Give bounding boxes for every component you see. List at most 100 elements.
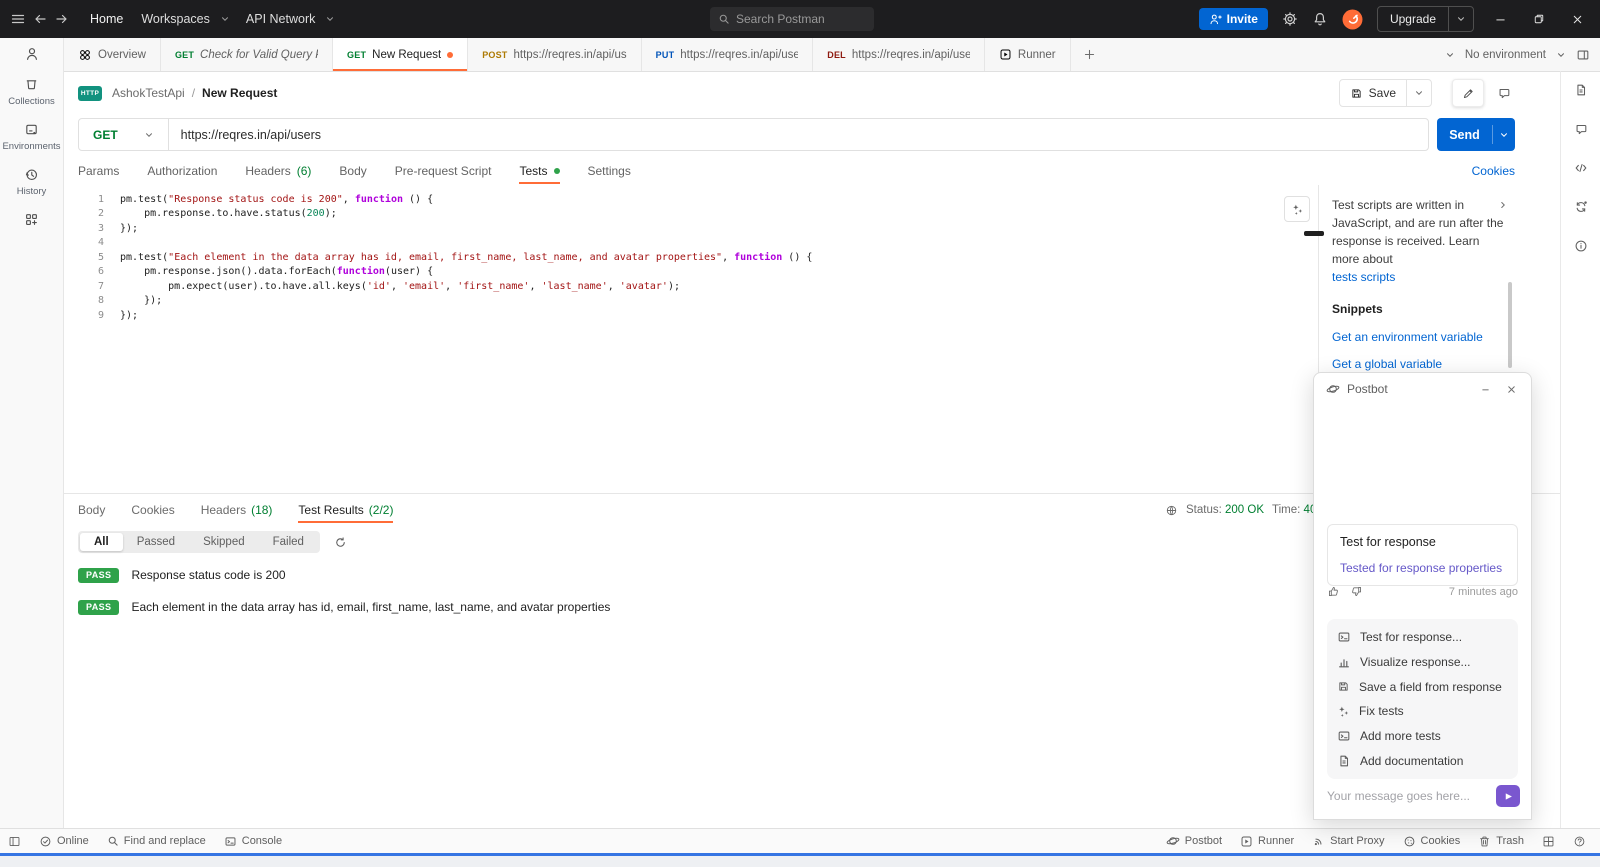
collapse-panel-chevron[interactable] (1498, 200, 1508, 210)
tab-overview[interactable]: Overview (64, 38, 161, 71)
statusbar-runner[interactable]: Runner (1240, 835, 1294, 848)
minimize-icon[interactable] (1476, 382, 1495, 397)
settings-gear-icon[interactable] (1282, 11, 1298, 27)
hamburger-menu-icon[interactable] (10, 11, 26, 27)
statusbar-postbot[interactable]: Postbot (1166, 834, 1222, 848)
tab-https-reqres-in-api-us[interactable]: POST https://reqres.in/api/us (468, 38, 642, 71)
close-icon[interactable] (1502, 382, 1521, 397)
filter-failed[interactable]: Failed (259, 533, 318, 551)
tab-new-request[interactable]: GET New Request (333, 38, 469, 71)
response-tab-test-results[interactable]: Test Results (2/2) (298, 496, 393, 523)
statusbar-cookies[interactable]: Cookies (1403, 835, 1460, 848)
rightstrip-code-icon[interactable] (1574, 161, 1588, 175)
statusbar-trash[interactable]: Trash (1478, 835, 1524, 848)
filter-passed[interactable]: Passed (123, 533, 189, 551)
thumbs-up-icon[interactable] (1327, 585, 1340, 598)
sidebar-item-grid-plus[interactable] (24, 212, 39, 227)
code-line[interactable]: 3}); (78, 221, 1308, 236)
tab-check-for-valid-query-pa[interactable]: GET Check for Valid Query Pa (161, 38, 334, 71)
response-tab-cookies[interactable]: Cookies (131, 496, 174, 523)
postbot-action-test-for-response[interactable]: Test for response... (1337, 630, 1508, 644)
code-line[interactable]: 1 pm.test("Response status code is 200", … (78, 192, 1308, 207)
rightstrip-sync-icon[interactable] (1574, 200, 1588, 214)
breadcrumb-collection[interactable]: AshokTestApi (112, 86, 185, 100)
code-line[interactable]: 2 pm.response.to.have.status(200); (78, 207, 1308, 222)
chevron-down-icon[interactable] (1449, 14, 1473, 24)
request-tab-params[interactable]: Params (78, 158, 119, 184)
tab-https-reqres-in-api-usei[interactable]: DEL https://reqres.in/api/usei (813, 38, 985, 71)
search-input[interactable]: Search Postman (710, 7, 874, 31)
tab-https-reqres-in-api-use[interactable]: PUT https://reqres.in/api/use (642, 38, 814, 71)
chevron-down-icon[interactable] (1407, 88, 1431, 98)
statusbar-help[interactable] (1573, 835, 1586, 848)
postbot-result-link[interactable]: Tested for response properties (1340, 561, 1505, 575)
rename-pencil-button[interactable] (1452, 79, 1484, 107)
statusbar-sidebar-panel[interactable] (8, 835, 21, 848)
new-tab-button[interactable] (1071, 38, 1108, 71)
chevron-down-icon[interactable] (1445, 50, 1455, 60)
postbot-action-visualize-response[interactable]: Visualize response... (1337, 655, 1508, 669)
refresh-icon[interactable] (334, 536, 347, 549)
snippet-link-get-a-global-variable[interactable]: Get a global variable (1332, 357, 1504, 371)
filter-all[interactable]: All (80, 533, 123, 551)
panel-resize-handle[interactable] (1304, 231, 1324, 236)
tests-code-editor[interactable]: 1 pm.test("Response status code is 200", … (78, 192, 1308, 492)
tab-runner[interactable]: Runner (985, 38, 1071, 71)
postbot-send-button[interactable] (1496, 785, 1520, 807)
sidebar-item-environments[interactable]: Environments (2, 122, 61, 152)
postbot-action-add-documentation[interactable]: Add documentation (1337, 754, 1508, 768)
request-tab-authorization[interactable]: Authorization (147, 158, 217, 184)
request-tab-settings[interactable]: Settings (588, 158, 631, 184)
postbot-editor-button[interactable] (1284, 196, 1310, 222)
statusbar-find-and-replace[interactable]: Find and replace (107, 835, 206, 847)
scrollbar-thumb[interactable] (1508, 282, 1512, 368)
postbot-action-add-more-tests[interactable]: Add more tests (1337, 729, 1508, 743)
send-button[interactable]: Send (1437, 118, 1515, 151)
filter-skipped[interactable]: Skipped (189, 533, 259, 551)
window-restore-icon[interactable] (1527, 13, 1551, 25)
snippet-link-get-an-environment-variable[interactable]: Get an environment variable (1332, 330, 1504, 344)
response-tab-body[interactable]: Body (78, 496, 105, 523)
postman-logo[interactable] (1342, 9, 1363, 30)
request-tab-pre-request-script[interactable]: Pre-request Script (395, 158, 492, 184)
window-minimize-icon[interactable] (1488, 13, 1513, 26)
statusbar-console[interactable]: Console (224, 835, 282, 848)
code-line[interactable]: 7 pm.expect(user).to.have.all.keys('id',… (78, 279, 1308, 294)
statusbar-start-proxy[interactable]: Start Proxy (1312, 835, 1385, 848)
statusbar-panes[interactable] (1542, 835, 1555, 848)
request-tab-tests[interactable]: Tests (519, 158, 560, 184)
environment-panel-icon[interactable] (1576, 48, 1590, 62)
nav-workspaces[interactable]: Workspaces (141, 12, 210, 26)
forward-arrow-icon[interactable] (54, 11, 70, 27)
invite-button[interactable]: Invite (1198, 8, 1268, 30)
rightstrip-info-icon[interactable] (1574, 239, 1588, 253)
postbot-message-input[interactable]: Your message goes here... (1327, 789, 1496, 803)
url-input[interactable]: https://reqres.in/api/users (169, 128, 321, 142)
code-line[interactable]: 6 pm.response.json().data.forEach(functi… (78, 265, 1308, 280)
sidebar-item-person[interactable] (24, 46, 40, 62)
statusbar-online[interactable]: Online (39, 835, 89, 848)
upgrade-button[interactable]: Upgrade (1376, 6, 1474, 32)
tests-scripts-link[interactable]: tests scripts (1332, 268, 1504, 286)
breadcrumb-request-name[interactable]: New Request (202, 86, 277, 100)
nav-api-network[interactable]: API Network (246, 12, 315, 26)
nav-home[interactable]: Home (90, 12, 123, 26)
chevron-down-icon[interactable] (1493, 118, 1515, 151)
request-tab-body[interactable]: Body (339, 158, 366, 184)
rightstrip-comment-icon[interactable] (1574, 122, 1588, 136)
code-line[interactable]: 4 (78, 236, 1308, 251)
notifications-bell-icon[interactable] (1312, 11, 1328, 27)
cookies-link[interactable]: Cookies (1472, 164, 1515, 178)
rightstrip-document-icon[interactable] (1574, 83, 1588, 97)
sidebar-item-history[interactable]: History (17, 167, 46, 197)
comment-button[interactable] (1490, 80, 1518, 106)
postbot-action-fix-tests[interactable]: Fix tests (1337, 704, 1508, 718)
response-tab-headers[interactable]: Headers (18) (201, 496, 273, 523)
request-tab-headers[interactable]: Headers (6) (245, 158, 311, 184)
postbot-action-save-a-field-from-response[interactable]: Save a field from response (1337, 680, 1508, 694)
environment-selector[interactable]: No environment (1465, 49, 1546, 61)
sidebar-item-collections[interactable]: Collections (8, 77, 55, 107)
code-line[interactable]: 9}); (78, 308, 1308, 323)
back-arrow-icon[interactable] (32, 11, 48, 27)
code-line[interactable]: 8 }); (78, 294, 1308, 309)
